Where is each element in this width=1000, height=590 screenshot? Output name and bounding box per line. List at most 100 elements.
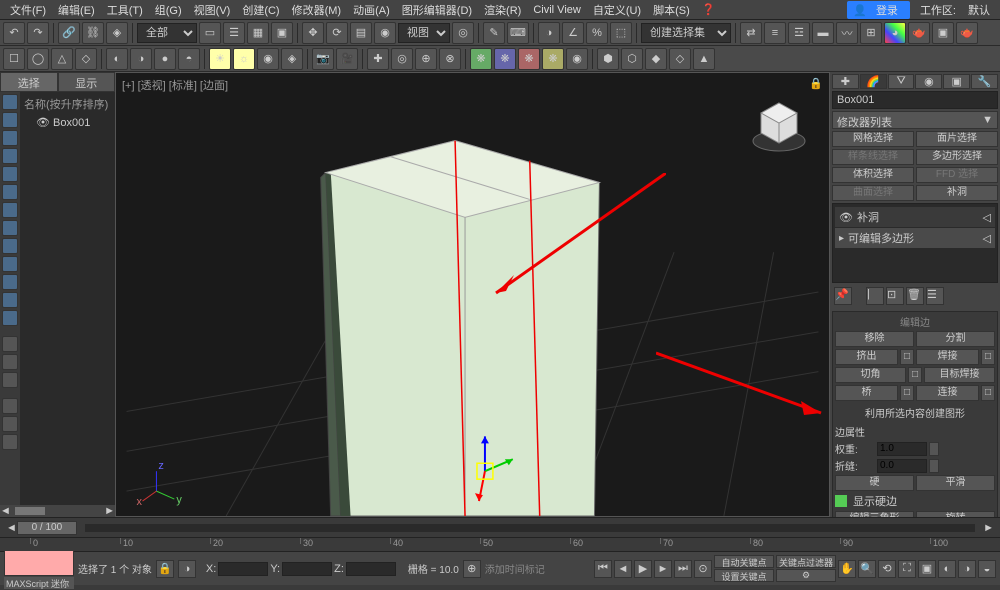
- tb2-sys1[interactable]: ⬢: [597, 48, 619, 70]
- nav-zoom-button[interactable]: 🔍: [858, 560, 876, 578]
- autokey-button[interactable]: 自动关键点: [714, 555, 774, 568]
- nav-zoomext-button[interactable]: ▣: [918, 560, 936, 578]
- tb2-helper1[interactable]: ✚: [367, 48, 389, 70]
- tb2-6[interactable]: ◑: [130, 48, 152, 70]
- menu-grapheditor[interactable]: 图形编辑器(D): [396, 2, 478, 18]
- crease-input[interactable]: [877, 459, 927, 473]
- filter-xref-icon[interactable]: [2, 220, 18, 236]
- tb2-cam2[interactable]: 🎥: [336, 48, 358, 70]
- refcoord-dropdown[interactable]: 视图: [398, 23, 450, 43]
- filter-space-icon[interactable]: [2, 184, 18, 200]
- key-mode-button[interactable]: ⊙: [694, 560, 712, 578]
- tb2-helper2[interactable]: ◎: [391, 48, 413, 70]
- showhard-check[interactable]: [835, 495, 847, 507]
- menu-modifier[interactable]: 修改器(M): [286, 2, 348, 18]
- smooth-button[interactable]: 平滑: [916, 475, 995, 491]
- weight-spinner[interactable]: [929, 442, 939, 456]
- pivot-button[interactable]: ◎: [452, 22, 474, 44]
- selection-filter[interactable]: 全部: [137, 23, 197, 43]
- time-ruler[interactable]: 0 10 20 30 40 50 60 70 80 90 100: [0, 537, 1000, 551]
- keyfilter-button[interactable]: 关键点过滤器: [776, 555, 836, 568]
- menu-custom[interactable]: 自定义(U): [587, 2, 647, 18]
- z-input[interactable]: [346, 562, 396, 576]
- sel-spline-button[interactable]: 样条线选择: [832, 149, 914, 165]
- viewcube[interactable]: [749, 93, 809, 153]
- scene-tab-display[interactable]: 显示: [58, 72, 116, 92]
- connect-button[interactable]: 连接: [916, 385, 979, 401]
- lock-selection-button[interactable]: 🔒: [156, 560, 174, 578]
- iso-button[interactable]: ◑: [178, 560, 196, 578]
- sel-mesh-button[interactable]: 网格选择: [832, 131, 914, 147]
- move-button[interactable]: ✥: [302, 22, 324, 44]
- tb2-light4[interactable]: ◈: [281, 48, 303, 70]
- tb2-part3[interactable]: ❋: [518, 48, 540, 70]
- make-unique-button[interactable]: ⊡: [886, 287, 904, 305]
- filter-shape-icon[interactable]: [2, 112, 18, 128]
- tab-modify[interactable]: 🌈: [860, 74, 887, 89]
- scene-sort-btn1[interactable]: [2, 398, 18, 414]
- rotate-button[interactable]: ⟳: [326, 22, 348, 44]
- percent-snap-button[interactable]: %: [586, 22, 608, 44]
- layer-button[interactable]: ☲: [788, 22, 810, 44]
- tb2-sys4[interactable]: ◇: [669, 48, 691, 70]
- scene-tree-item[interactable]: 👁 Box001: [24, 116, 111, 129]
- filter-geom-icon[interactable]: [2, 94, 18, 110]
- time-handle[interactable]: 0 / 100: [17, 521, 77, 535]
- time-slider[interactable]: ◄ 0 / 100 ►: [0, 517, 1000, 537]
- tab-hierarchy[interactable]: ⛛: [888, 74, 915, 89]
- schematic-button[interactable]: ⊞: [860, 22, 882, 44]
- named-selset[interactable]: 创建选择集: [641, 23, 731, 43]
- mirror-button[interactable]: ⇄: [740, 22, 762, 44]
- show-end-button[interactable]: |: [866, 287, 884, 305]
- scene-display-btn3[interactable]: [2, 372, 18, 388]
- sel-patch-button[interactable]: 面片选择: [916, 131, 998, 147]
- link-button[interactable]: 🔗: [58, 22, 80, 44]
- scene-sort-btn3[interactable]: [2, 434, 18, 450]
- filter-cam-icon[interactable]: [2, 148, 18, 164]
- align-button[interactable]: ≡: [764, 22, 786, 44]
- unlink-button[interactable]: ⛓: [82, 22, 104, 44]
- tb2-8[interactable]: ◓: [178, 48, 200, 70]
- extrude-button[interactable]: 挤出: [835, 349, 898, 365]
- scene-display-btn2[interactable]: [2, 354, 18, 370]
- select-button[interactable]: ▭: [199, 22, 221, 44]
- weight-input[interactable]: [877, 442, 927, 456]
- prev-frame-button[interactable]: ◄: [614, 560, 632, 578]
- tab-create[interactable]: ✚: [832, 74, 859, 89]
- workspace-value[interactable]: 默认: [962, 2, 996, 18]
- stack-item-epoly[interactable]: ▸ 可编辑多边形◁: [835, 228, 995, 248]
- tb2-sys5[interactable]: ▲: [693, 48, 715, 70]
- tb2-cam1[interactable]: 📷: [312, 48, 334, 70]
- ribbon-button[interactable]: ▬: [812, 22, 834, 44]
- menu-civil[interactable]: Civil View: [527, 4, 586, 16]
- pin-stack-button[interactable]: 📌: [834, 287, 852, 305]
- tb2-part5[interactable]: ◉: [566, 48, 588, 70]
- menu-group[interactable]: 组(G): [149, 2, 188, 18]
- viewport[interactable]: [+] [透视] [标准] [边面] 🔒: [115, 72, 830, 517]
- weld-button[interactable]: 焊接: [916, 349, 979, 365]
- manip-button[interactable]: ✎: [483, 22, 505, 44]
- menu-file[interactable]: 文件(F): [4, 2, 52, 18]
- select-name-button[interactable]: ☰: [223, 22, 245, 44]
- filter-extra4-icon[interactable]: [2, 310, 18, 326]
- menu-tools[interactable]: 工具(T): [101, 2, 149, 18]
- angle-snap-button[interactable]: ∠: [562, 22, 584, 44]
- keymode-button[interactable]: ⌨: [507, 22, 529, 44]
- menu-anim[interactable]: 动画(A): [347, 2, 396, 18]
- nav-extra2-button[interactable]: ◒: [978, 560, 996, 578]
- remove-button[interactable]: 移除: [835, 331, 914, 347]
- crease-spinner[interactable]: [929, 459, 939, 473]
- scene-tab-select[interactable]: 选择: [0, 72, 58, 92]
- eye-icon[interactable]: 👁: [839, 211, 853, 224]
- menu-create[interactable]: 创建(C): [236, 2, 285, 18]
- remove-mod-button[interactable]: 🗑: [906, 287, 924, 305]
- sel-vol-button[interactable]: 体积选择: [832, 167, 914, 183]
- sel-cap-button[interactable]: 补洞: [916, 185, 998, 201]
- next-frame-button[interactable]: ►: [654, 560, 672, 578]
- tb2-light1[interactable]: ☀: [209, 48, 231, 70]
- menu-render[interactable]: 渲染(R): [478, 2, 527, 18]
- setkey-button[interactable]: 设置关键点: [714, 569, 774, 582]
- tb2-5[interactable]: ◐: [106, 48, 128, 70]
- filter-light-icon[interactable]: [2, 130, 18, 146]
- tb2-4[interactable]: ◇: [75, 48, 97, 70]
